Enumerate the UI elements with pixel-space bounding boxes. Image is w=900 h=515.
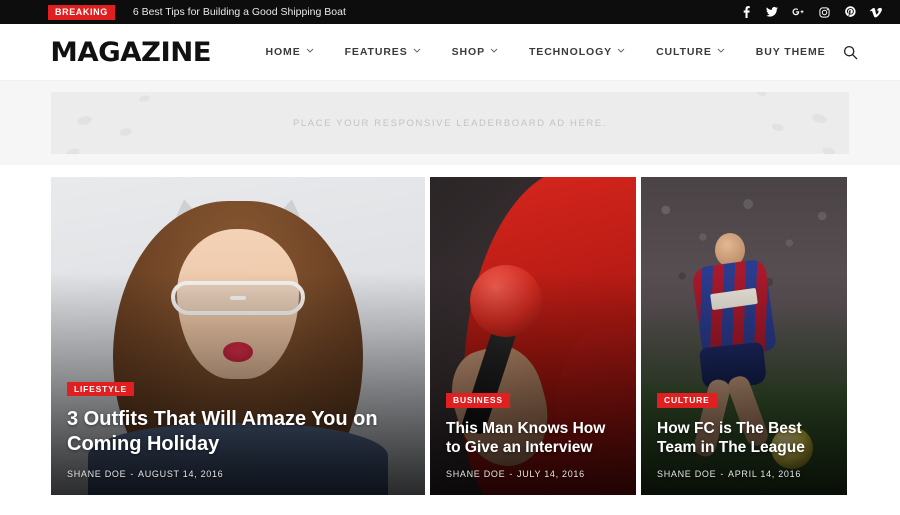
featured-posts-grid: LIFESTYLE 3 Outfits That Will Amaze You … — [0, 165, 900, 495]
breaking-badge: BREAKING — [48, 4, 115, 20]
featured-card-business[interactable]: BUSINESS This Man Knows How to Give an I… — [430, 177, 636, 495]
post-title[interactable]: How FC is The Best Team in The League — [657, 419, 831, 457]
leaderboard-ad-placeholder[interactable]: PLACE YOUR RESPONSIVE LEADERBOARD AD HER… — [51, 92, 849, 154]
chevron-down-icon — [490, 48, 498, 55]
post-meta: SHANE DOE - APRIL 14, 2016 — [657, 469, 831, 479]
post-author[interactable]: SHANE DOE — [446, 469, 505, 479]
nav-label: TECHNOLOGY — [528, 46, 613, 58]
chevron-down-icon — [717, 48, 725, 55]
twitter-icon[interactable] — [766, 6, 778, 18]
post-title[interactable]: 3 Outfits That Will Amaze You on Coming … — [67, 407, 409, 457]
nav-item-shop[interactable]: SHOP — [436, 46, 513, 58]
search-icon[interactable] — [842, 41, 860, 63]
nav-label: SHOP — [451, 46, 485, 58]
chevron-down-icon — [617, 48, 625, 55]
leaderboard-ad-section: PLACE YOUR RESPONSIVE LEADERBOARD AD HER… — [0, 80, 900, 165]
breaking-headline-link[interactable]: 6 Best Tips for Building a Good Shipping… — [133, 6, 346, 18]
site-header: MAGAZINE HOME FEATURES SHOP TECHNOLOGY C… — [0, 24, 900, 80]
featured-card-culture[interactable]: CULTURE How FC is The Best Team in The L… — [641, 177, 847, 495]
google-plus-icon[interactable] — [792, 6, 804, 18]
pinterest-icon[interactable] — [844, 6, 856, 18]
facebook-icon[interactable] — [740, 6, 752, 18]
meta-separator: - — [509, 469, 514, 479]
post-meta: SHANE DOE - AUGUST 14, 2016 — [67, 469, 409, 479]
leaderboard-ad-text: PLACE YOUR RESPONSIVE LEADERBOARD AD HER… — [292, 117, 608, 129]
main-navigation: HOME FEATURES SHOP TECHNOLOGY CULTURE BU… — [250, 46, 842, 58]
nav-label: CULTURE — [656, 46, 712, 58]
meta-separator: - — [130, 469, 135, 479]
social-links — [740, 6, 882, 18]
featured-card-lifestyle[interactable]: LIFESTYLE 3 Outfits That Will Amaze You … — [51, 177, 425, 495]
breaking-news-bar: BREAKING 6 Best Tips for Building a Good… — [0, 0, 900, 24]
site-logo[interactable]: MAGAZINE — [50, 39, 211, 66]
post-title[interactable]: This Man Knows How to Give an Interview — [446, 419, 620, 457]
nav-label: BUY THEME — [755, 46, 826, 58]
post-author[interactable]: SHANE DOE — [67, 469, 126, 479]
post-meta: SHANE DOE - JULY 14, 2016 — [446, 469, 620, 479]
nav-label: FEATURES — [344, 46, 408, 58]
post-date: APRIL 14, 2016 — [728, 469, 802, 479]
nav-label: HOME — [265, 46, 301, 58]
nav-item-buy-theme[interactable]: BUY THEME — [740, 46, 842, 58]
nav-item-features[interactable]: FEATURES — [329, 46, 436, 58]
nav-item-technology[interactable]: TECHNOLOGY — [513, 46, 640, 58]
instagram-icon[interactable] — [818, 6, 830, 18]
category-badge[interactable]: LIFESTYLE — [67, 381, 135, 397]
nav-item-home[interactable]: HOME — [250, 46, 329, 58]
chevron-down-icon — [306, 48, 313, 55]
nav-item-culture[interactable]: CULTURE — [640, 46, 740, 58]
category-badge[interactable]: BUSINESS — [446, 393, 510, 408]
post-date: JULY 14, 2016 — [517, 469, 585, 479]
post-date: AUGUST 14, 2016 — [138, 469, 224, 479]
vimeo-icon[interactable] — [870, 6, 882, 18]
category-badge[interactable]: CULTURE — [657, 393, 717, 408]
chevron-down-icon — [413, 48, 420, 55]
post-author[interactable]: SHANE DOE — [657, 469, 716, 479]
meta-separator: - — [720, 469, 725, 479]
